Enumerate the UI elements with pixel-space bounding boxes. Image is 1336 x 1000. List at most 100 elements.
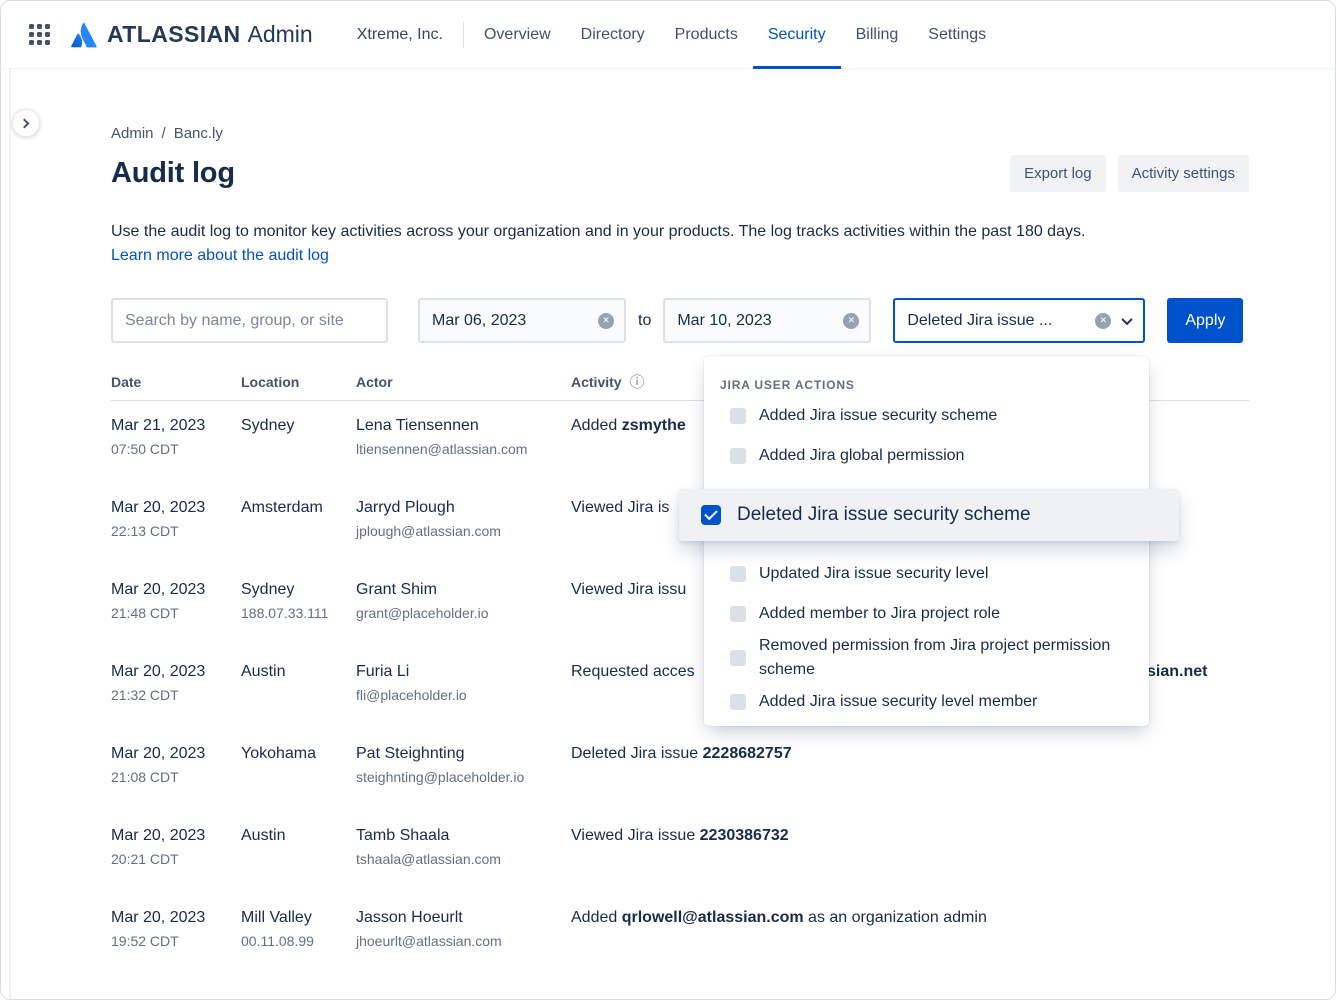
- nav-item-billing[interactable]: Billing: [841, 1, 914, 69]
- breadcrumb-org[interactable]: Banc.ly: [174, 124, 223, 144]
- cell-location: Austin: [241, 660, 356, 684]
- page-title: Audit log: [111, 157, 235, 190]
- cell-location: Austin: [241, 824, 356, 848]
- cell-actor-email: steighnting@placeholder.io: [356, 766, 571, 788]
- nav-item-security[interactable]: Security: [753, 1, 841, 69]
- dropdown-item[interactable]: Added Jira issue security scheme: [704, 396, 1149, 436]
- cell-date: Mar 20, 2023 20:21 CDT: [111, 824, 241, 870]
- activity-filter-select[interactable]: Deleted Jira issue ... ✕: [893, 298, 1145, 343]
- dropdown-item[interactable]: Added member to Jira project role: [704, 594, 1149, 634]
- checkbox[interactable]: [730, 408, 746, 424]
- checkbox[interactable]: [701, 505, 721, 525]
- dropdown-item[interactable]: Removed permission from Jira project per…: [704, 634, 1149, 682]
- date-from-field[interactable]: Mar 06, 2023 ✕: [418, 298, 626, 343]
- cell-actor-main: Jarryd Plough: [356, 496, 571, 520]
- date-to-field[interactable]: Mar 10, 2023 ✕: [663, 298, 871, 343]
- cell-actor-main: Jasson Hoeurlt: [356, 906, 571, 930]
- activity-filter-dropdown: JIRA USER ACTIONS Added Jira issue secur…: [704, 356, 1149, 726]
- nav-item-settings[interactable]: Settings: [913, 1, 1001, 69]
- cell-actor-email: fli@placeholder.io: [356, 684, 571, 706]
- org-switcher[interactable]: Xtreme, Inc.: [357, 26, 443, 44]
- cell-location: Sydney: [241, 414, 356, 438]
- cell-date-main: Mar 20, 2023: [111, 660, 241, 684]
- dropdown-item-label: Removed permission from Jira project per…: [759, 634, 1133, 682]
- checkbox[interactable]: [730, 448, 746, 464]
- cell-location-main: Sydney: [241, 414, 356, 438]
- cell-actor-email: grant@placeholder.io: [356, 602, 571, 624]
- cell-location-main: Mill Valley: [241, 906, 356, 930]
- dropdown-item[interactable]: Updated Jira issue security level: [704, 554, 1149, 594]
- clear-icon[interactable]: ✕: [843, 313, 859, 329]
- checkbox[interactable]: [730, 694, 746, 710]
- cell-actor-main: Tamb Shaala: [356, 824, 571, 848]
- cell-actor: Furia Li fli@placeholder.io: [356, 660, 571, 706]
- cell-actor-email: tshaala@atlassian.com: [356, 848, 571, 870]
- cell-location-detail: 00.11.08.99: [241, 930, 356, 952]
- cell-location-main: Yokohama: [241, 742, 356, 766]
- cell-actor: Pat Steighnting steighnting@placeholder.…: [356, 742, 571, 788]
- learn-more-link[interactable]: Learn more about the audit log: [111, 244, 329, 268]
- nav-item-overview[interactable]: Overview: [469, 1, 566, 69]
- date-range-to-label: to: [638, 312, 651, 330]
- cell-location: Amsterdam: [241, 496, 356, 520]
- apply-button[interactable]: Apply: [1167, 298, 1243, 343]
- nav-item-directory[interactable]: Directory: [566, 1, 660, 69]
- cell-location: Mill Valley 00.11.08.99: [241, 906, 356, 952]
- chevron-down-icon: [1122, 313, 1133, 324]
- cell-activity-trailing: sian.net: [1147, 660, 1207, 684]
- top-navigation: ATLASSIAN Admin Xtreme, Inc. Overview Dir…: [1, 1, 1335, 69]
- brand-suffix: Admin: [248, 21, 313, 48]
- dropdown-item-label: Added Jira issue security level member: [759, 690, 1037, 714]
- filter-bar: Mar 06, 2023 ✕ to Mar 10, 2023 ✕ Deleted…: [111, 298, 1249, 343]
- clear-icon[interactable]: ✕: [598, 313, 614, 329]
- nav-divider: [463, 22, 464, 48]
- breadcrumb-admin[interactable]: Admin: [111, 124, 154, 144]
- cell-actor-email: jhoeurlt@atlassian.com: [356, 930, 571, 952]
- cell-time: 21:32 CDT: [111, 684, 241, 706]
- cell-activity: Deleted Jira issue 2228682757: [571, 742, 1249, 766]
- dropdown-item[interactable]: Added Jira global permission: [704, 436, 1149, 476]
- cell-actor-main: Lena Tiensennen: [356, 414, 571, 438]
- activity-settings-button[interactable]: Activity settings: [1118, 155, 1249, 192]
- dropdown-item-label: Added member to Jira project role: [759, 602, 1000, 626]
- sidebar-expand-button[interactable]: [12, 109, 40, 137]
- cell-actor: Grant Shim grant@placeholder.io: [356, 578, 571, 624]
- export-log-button[interactable]: Export log: [1010, 155, 1106, 192]
- search-input[interactable]: [111, 298, 388, 343]
- cell-date: Mar 21, 2023 07:50 CDT: [111, 414, 241, 460]
- brand-name: ATLASSIAN: [107, 21, 241, 48]
- checkbox[interactable]: [730, 566, 746, 582]
- app-switcher-icon[interactable]: [29, 24, 50, 45]
- brand[interactable]: ATLASSIAN Admin: [70, 21, 313, 49]
- dropdown-item[interactable]: Deleted Jira issue security scheme: [679, 489, 1179, 541]
- dropdown-list: Added Jira issue security scheme Added J…: [704, 396, 1149, 722]
- checkbox[interactable]: [730, 650, 746, 666]
- column-header-date: Date: [111, 373, 241, 391]
- nav-item-label: Directory: [581, 26, 645, 44]
- dropdown-item[interactable]: Added Jira issue security level member: [704, 682, 1149, 722]
- date-from-value: Mar 06, 2023: [432, 312, 598, 330]
- date-to-value: Mar 10, 2023: [677, 312, 843, 330]
- dropdown-section-label: JIRA USER ACTIONS: [704, 374, 1149, 396]
- column-header-actor: Actor: [356, 373, 571, 391]
- table-row[interactable]: Mar 20, 2023 19:52 CDT Mill Valley 00.11…: [111, 893, 1249, 975]
- table-row[interactable]: Mar 20, 2023 20:21 CDT Austin Tamb Shaal…: [111, 811, 1249, 893]
- clear-icon[interactable]: ✕: [1095, 313, 1111, 329]
- cell-activity: Viewed Jira issue 2230386732: [571, 824, 1249, 848]
- cell-location-main: Sydney: [241, 578, 356, 602]
- cell-actor: Jasson Hoeurlt jhoeurlt@atlassian.com: [356, 906, 571, 952]
- nav-item-products[interactable]: Products: [660, 1, 753, 69]
- cell-date-main: Mar 20, 2023: [111, 496, 241, 520]
- cell-actor-email: jplough@atlassian.com: [356, 520, 571, 542]
- page-header: Audit log Export log Activity settings: [111, 154, 1249, 192]
- cell-activity-text: Viewed Jira issue 2230386732: [571, 824, 1249, 848]
- info-icon[interactable]: ⓘ: [630, 375, 645, 390]
- breadcrumb-separator: /: [162, 124, 166, 144]
- atlassian-logo-icon: [70, 21, 98, 49]
- table-row[interactable]: Mar 20, 2023 21:08 CDT Yokohama Pat Stei…: [111, 729, 1249, 811]
- checkbox[interactable]: [730, 606, 746, 622]
- cell-date-main: Mar 20, 2023: [111, 906, 241, 930]
- cell-time: 19:52 CDT: [111, 930, 241, 952]
- cell-time: 22:13 CDT: [111, 520, 241, 542]
- cell-actor-email: ltiensennen@atlassian.com: [356, 438, 571, 460]
